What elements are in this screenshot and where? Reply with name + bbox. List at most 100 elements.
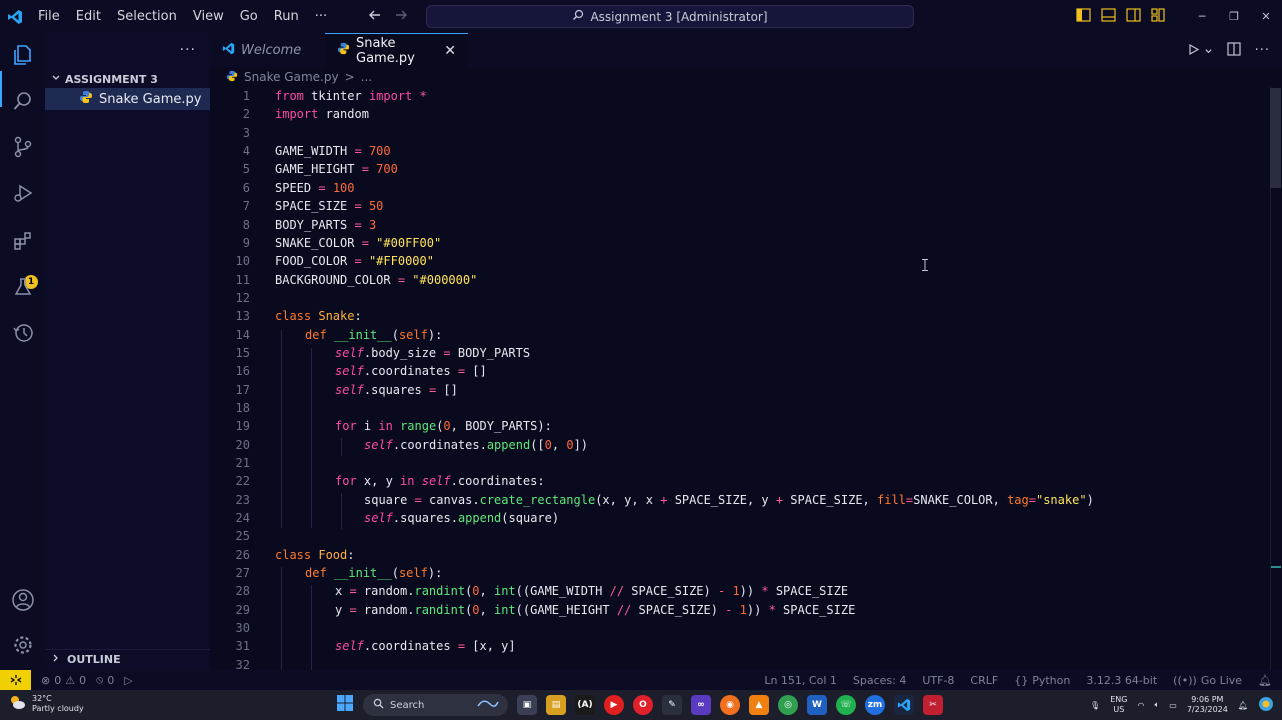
breadcrumb-file[interactable]: Snake Game.py xyxy=(244,70,339,84)
forward-arrow-icon[interactable] xyxy=(394,7,408,26)
line-number: 23 xyxy=(235,493,250,507)
menu-view[interactable]: View xyxy=(185,0,232,33)
weather-icon xyxy=(8,694,26,714)
taskbar-search[interactable]: Search xyxy=(363,694,508,716)
menu-selection[interactable]: Selection xyxy=(109,0,185,33)
customize-layout-icon[interactable] xyxy=(1151,7,1166,26)
token: = xyxy=(318,181,326,195)
token: fill xyxy=(877,493,906,507)
language-indicator[interactable]: ENG US xyxy=(1110,695,1127,715)
code-line: 17 self.squares = [] xyxy=(210,381,1270,399)
visual-studio-icon[interactable]: ∞ xyxy=(691,695,711,715)
language-mode[interactable]: {} Python xyxy=(1014,674,1070,687)
toggle-panel-icon[interactable] xyxy=(1101,7,1116,26)
code-line: 21 xyxy=(210,454,1270,472)
cursor-position[interactable]: Ln 151, Col 1 xyxy=(764,674,837,687)
extensions-icon[interactable] xyxy=(0,219,45,263)
ports-indicator[interactable]: ⦸ 0 xyxy=(96,673,114,687)
file-snake-game[interactable]: Snake Game.py xyxy=(45,88,210,110)
outline-section[interactable]: OUTLINE xyxy=(45,649,210,669)
accounts-icon[interactable] xyxy=(0,578,45,622)
remote-indicator-icon[interactable] xyxy=(0,670,31,690)
more-actions-icon[interactable]: ··· xyxy=(1255,43,1270,58)
settings-gear-icon[interactable] xyxy=(0,623,45,667)
folder-assignment-3[interactable]: ASSIGNMENT 3 xyxy=(45,69,210,89)
testing-icon[interactable] xyxy=(0,265,45,309)
language-label: Python xyxy=(1032,673,1071,687)
menu-go[interactable]: Go xyxy=(232,0,266,33)
menu-run[interactable]: Run xyxy=(266,0,307,33)
toggle-sidebar-icon[interactable] xyxy=(1076,7,1091,26)
code-editor[interactable]: 1 from tkinter import * 2 import random 3 … xyxy=(210,87,1270,670)
clock[interactable]: 9:06 PM 7/23/2024 xyxy=(1187,695,1228,715)
toggle-secondary-sidebar-icon[interactable] xyxy=(1126,7,1141,26)
file-explorer-icon[interactable]: ▤ xyxy=(546,695,566,715)
split-editor-icon[interactable] xyxy=(1226,41,1241,60)
tab-snake-game[interactable]: Snake Game.py ✕ xyxy=(325,33,468,67)
line-number: 21 xyxy=(235,456,250,470)
go-live-button[interactable]: ((•)) Go Live xyxy=(1173,674,1242,687)
explorer-icon[interactable] xyxy=(0,33,45,77)
app-a-icon[interactable]: (A) xyxy=(575,695,595,715)
token: import xyxy=(275,107,319,121)
breadcrumb-symbols[interactable]: ... xyxy=(361,70,372,84)
microphone-icon[interactable]: 🎙︎ xyxy=(1090,701,1100,710)
token: from xyxy=(275,89,304,103)
line-number: 18 xyxy=(235,401,250,415)
notifications-bell-icon[interactable]: 🔔︎ xyxy=(1258,674,1272,687)
volume-icon[interactable]: 🔈︎ xyxy=(1154,700,1159,710)
token: SPACE_SIZE xyxy=(775,603,856,617)
command-center[interactable]: Assignment 3 [Administrator] xyxy=(426,5,914,28)
timeline-icon[interactable] xyxy=(0,311,45,355)
vscode-taskbar-icon[interactable] xyxy=(894,695,914,715)
sidebar-more-button[interactable]: ··· xyxy=(180,42,196,58)
line-number: 24 xyxy=(235,511,250,525)
broadcast-icon: ((•)) xyxy=(1173,673,1197,687)
back-arrow-icon[interactable] xyxy=(368,7,382,26)
problems-indicator[interactable]: ⊗ 0 ⚠ 0 xyxy=(41,674,86,687)
firefox-icon[interactable]: ◉ xyxy=(720,695,740,715)
windows-start-icon[interactable] xyxy=(336,694,354,716)
copilot-icon[interactable] xyxy=(1258,696,1274,714)
wifi-icon[interactable]: ◠ xyxy=(1137,701,1144,710)
chrome-icon[interactable]: ◎ xyxy=(778,695,798,715)
token: range xyxy=(400,419,437,433)
scrollbar-thumb[interactable] xyxy=(1270,88,1281,188)
close-icon[interactable]: ✕ xyxy=(444,43,456,59)
notification-icon[interactable]: 🔔︎ xyxy=(1238,701,1248,710)
tab-welcome[interactable]: Welcome xyxy=(210,33,325,67)
whatsapp-icon[interactable]: ☏ xyxy=(836,695,856,715)
close-window-icon[interactable]: ✕ xyxy=(1250,0,1282,33)
run-debug-icon[interactable] xyxy=(0,171,45,215)
encoding[interactable]: UTF-8 xyxy=(922,674,954,687)
battery-icon[interactable]: ▭ xyxy=(1169,701,1177,710)
code-line: 13 class Snake: xyxy=(210,307,1270,325)
restore-icon[interactable]: ❐ xyxy=(1218,0,1250,33)
task-view-icon[interactable]: ▣ xyxy=(517,695,537,715)
menu-more[interactable]: ··· xyxy=(307,0,335,33)
line-ending[interactable]: CRLF xyxy=(970,674,998,687)
opera-icon[interactable]: O xyxy=(633,695,653,715)
minimize-icon[interactable]: ─ xyxy=(1186,0,1218,33)
token: Food xyxy=(318,548,348,562)
run-debug-status-icon[interactable]: ▷ xyxy=(124,674,132,687)
word-icon[interactable]: W xyxy=(807,695,827,715)
weather-widget[interactable]: 32°C Partly cloudy xyxy=(8,694,84,714)
media-player-icon[interactable]: ▶ xyxy=(604,695,624,715)
menu-file[interactable]: File xyxy=(30,0,68,33)
search-view-icon[interactable] xyxy=(0,79,45,123)
snipping-tool-icon[interactable]: ✂ xyxy=(923,695,943,715)
indentation[interactable]: Spaces: 4 xyxy=(853,674,906,687)
pen-app-icon[interactable]: ✎ xyxy=(662,695,682,715)
python-interpreter[interactable]: 3.12.3 64-bit xyxy=(1086,674,1157,687)
source-control-icon[interactable] xyxy=(0,125,45,169)
chevron-down-icon[interactable] xyxy=(1204,41,1213,60)
line-number: 10 xyxy=(235,254,250,268)
run-python-icon[interactable] xyxy=(1187,41,1200,60)
zoom-icon[interactable]: zm xyxy=(865,695,885,715)
vlc-icon[interactable]: ▲ xyxy=(749,695,769,715)
token: = xyxy=(457,639,466,653)
menu-edit[interactable]: Edit xyxy=(68,0,109,33)
